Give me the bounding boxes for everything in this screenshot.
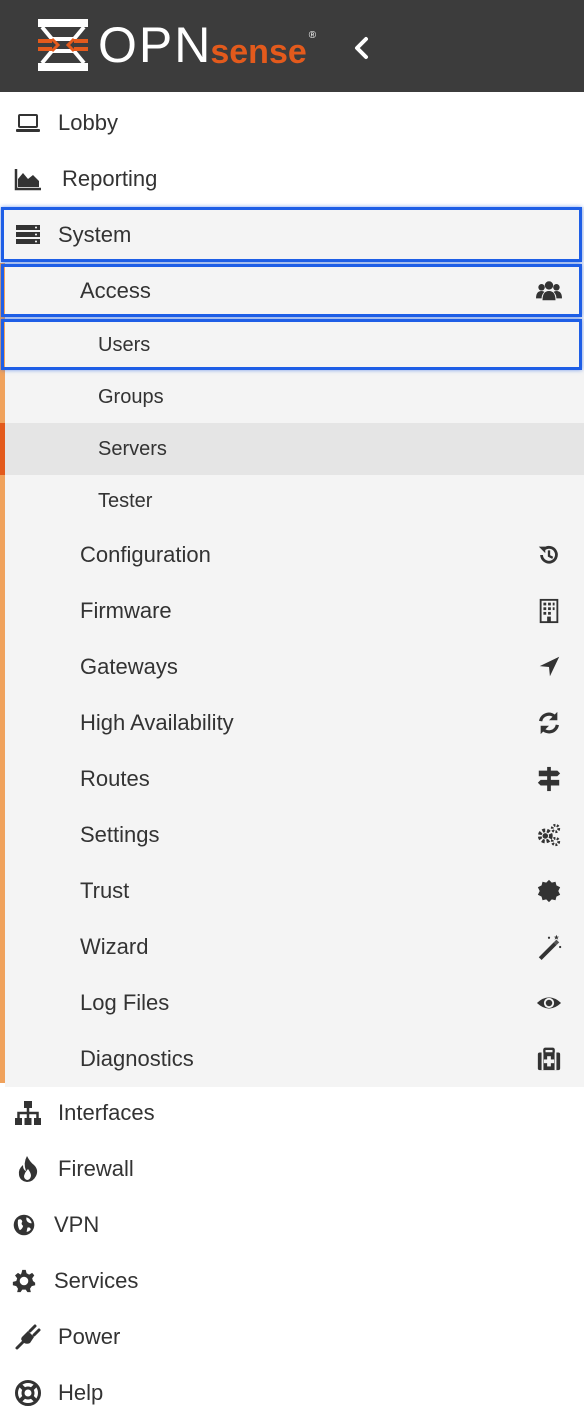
users-group-icon (536, 281, 562, 301)
menu-item-label: Firewall (58, 1156, 134, 1181)
logo-registered-mark: ® (308, 29, 317, 41)
submenu-item-groups[interactable]: Groups (5, 371, 584, 423)
certificate-icon (537, 879, 561, 903)
submenu-item-firmware[interactable]: Firmware (5, 583, 584, 639)
refresh-icon (539, 711, 559, 735)
building-icon (539, 598, 559, 624)
submenu-item-tester[interactable]: Tester (5, 475, 584, 527)
submenu-item-label: Servers (98, 437, 167, 460)
submenu-item-log-files[interactable]: Log Files (5, 975, 584, 1031)
submenu-item-access[interactable]: Access (5, 263, 584, 319)
menu-item-label: Lobby (58, 110, 118, 135)
menu-item-label: Power (58, 1324, 121, 1349)
submenu-item-label: Routes (80, 766, 150, 791)
submenu-item-wizard[interactable]: Wizard (5, 919, 584, 975)
submenu-item-users[interactable]: Users (5, 319, 584, 371)
submenu-item-label: Log Files (80, 990, 170, 1015)
submenu-item-label: Gateways (80, 654, 178, 679)
area-chart-icon (14, 169, 41, 191)
menu-item-label: Help (58, 1380, 104, 1405)
menu-item-system[interactable]: System (0, 207, 584, 263)
submenu-item-label: Diagnostics (80, 1046, 194, 1071)
submenu-item-settings[interactable]: Settings (5, 807, 584, 863)
menu-item-label: VPN (54, 1212, 100, 1237)
medkit-icon (537, 1047, 561, 1071)
eye-icon (536, 997, 562, 1009)
menu-item-label: System (58, 222, 132, 247)
menu-item-firewall[interactable]: Firewall (0, 1141, 584, 1197)
fire-icon (18, 1156, 38, 1182)
submenu-item-label: Tester (98, 489, 153, 512)
menu-item-reporting[interactable]: Reporting (0, 151, 584, 207)
submenu-item-label: Trust (80, 878, 130, 903)
submenu-item-label: Access (80, 278, 151, 303)
menu-item-services[interactable]: Services (0, 1253, 584, 1309)
signpost-icon (537, 766, 561, 792)
menu-item-label: Reporting (62, 166, 158, 191)
submenu-item-routes[interactable]: Routes (5, 751, 584, 807)
logo-sense-text: sense (210, 32, 307, 71)
submenu-item-high-availability[interactable]: High Availability (5, 695, 584, 751)
gear-icon (12, 1269, 36, 1293)
location-arrow-icon (539, 656, 560, 677)
menu-item-label: Services (54, 1268, 139, 1293)
submenu-item-diagnostics[interactable]: Diagnostics (5, 1031, 584, 1087)
menu-item-interfaces[interactable]: Interfaces (0, 1085, 584, 1141)
submenu-item-label: Configuration (80, 542, 211, 567)
cogs-icon (537, 823, 561, 847)
laptop-icon (16, 114, 40, 132)
life-ring-icon (15, 1380, 41, 1406)
logo-text: OPN (98, 17, 213, 73)
submenu-item-servers[interactable]: Servers (0, 423, 584, 475)
active-indicator (0, 423, 5, 475)
menu-item-power[interactable]: Power (0, 1309, 584, 1365)
chevron-left-icon[interactable] (350, 36, 374, 60)
submenu-item-configuration[interactable]: Configuration (5, 527, 584, 583)
submenu-item-gateways[interactable]: Gateways (5, 639, 584, 695)
sitemap-icon (15, 1101, 41, 1125)
logo-mark-icon (38, 19, 88, 71)
globe-icon (13, 1214, 35, 1236)
submenu-item-label: High Availability (80, 710, 234, 735)
app-header: OPN sense ® (0, 0, 584, 92)
menu-item-label: Interfaces (58, 1100, 155, 1125)
menu-item-lobby[interactable]: Lobby (0, 95, 584, 151)
server-icon (16, 225, 40, 244)
submenu-item-label: Groups (98, 385, 164, 408)
submenu-item-label: Users (98, 333, 151, 356)
history-icon (538, 545, 558, 564)
opnsense-logo[interactable]: OPN sense ® (36, 16, 316, 74)
submenu-item-trust[interactable]: Trust (5, 863, 584, 919)
menu-item-help[interactable]: Help (0, 1365, 584, 1421)
menu-item-vpn[interactable]: VPN (0, 1197, 584, 1253)
magic-wand-icon (538, 934, 562, 960)
submenu-item-label: Firmware (80, 598, 172, 623)
submenu-item-label: Settings (80, 822, 160, 847)
plug-icon (15, 1324, 41, 1350)
submenu-item-label: Wizard (80, 934, 149, 959)
